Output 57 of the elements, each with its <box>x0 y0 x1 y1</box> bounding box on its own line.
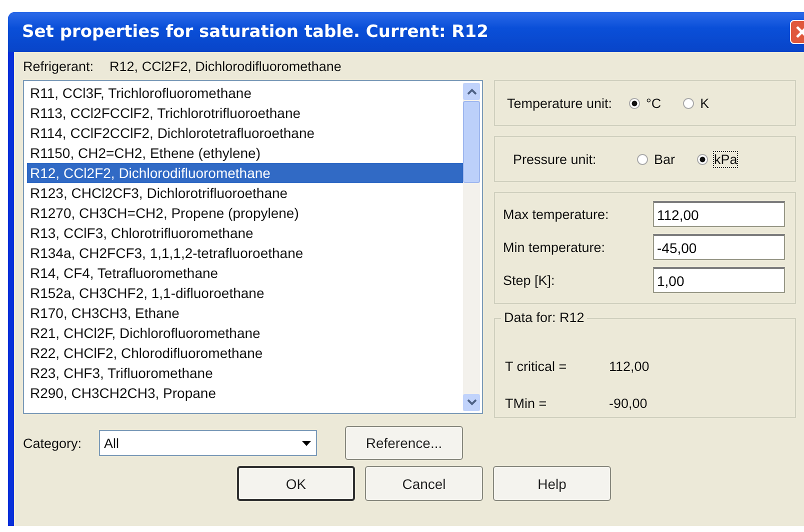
list-item[interactable]: R290, CH3CH2CH3, Propane <box>27 383 463 403</box>
pressure-unit-label: Pressure unit: <box>512 152 598 166</box>
window-title: Set properties for saturation table. Current: R12 <box>22 22 490 42</box>
data-value: -90,00 <box>609 396 648 411</box>
radio-label: °C <box>646 96 662 110</box>
radio-button[interactable] <box>629 98 640 108</box>
data-label: T critical = <box>505 359 568 374</box>
field-label: Step [K]: <box>503 272 556 288</box>
category-dropdown[interactable]: All <box>99 430 317 456</box>
radio-button[interactable] <box>637 154 648 164</box>
list-item[interactable]: R12, CCl2F2, Dichlorodifluoromethane <box>27 163 463 183</box>
radio-option[interactable]: °C <box>629 96 662 110</box>
radio-label: Bar <box>654 152 676 166</box>
list-item[interactable]: R11, CCl3F, Trichlorofluoromethane <box>27 83 463 103</box>
list-item[interactable]: R1270, CH3CH=CH2, Propene (propylene) <box>27 203 463 223</box>
list-item[interactable]: R113, CCl2FCClF2, Trichlorotrifluoroethane <box>27 103 463 123</box>
data-label: TMin = <box>505 396 548 411</box>
caret-icon <box>302 440 310 446</box>
scrollbar[interactable] <box>463 83 480 411</box>
list-item[interactable]: R152a, CH3CHF2, 1,1-difluoroethane <box>27 283 463 303</box>
radio-option[interactable]: Bar <box>637 152 676 166</box>
list-item[interactable]: R114, CClF2CClF2, Dichlorotetrafluoroethane <box>27 123 463 143</box>
dialog-button[interactable]: Help <box>493 466 611 501</box>
list-item[interactable]: R123, CHCl2CF3, Dichlorotrifluoroethane <box>27 183 463 203</box>
refrigerant-label: Refrigerant: <box>23 58 94 74</box>
input-field[interactable]: -45,00 <box>653 234 785 260</box>
scroll-up-button[interactable] <box>463 83 480 100</box>
list-item[interactable]: R134a, CH2FCF3, 1,1,1,2-tetrafluoroethane <box>27 243 463 263</box>
radio-option[interactable]: kPa <box>697 152 738 166</box>
temperature-unit-label: Temperature unit: <box>507 96 614 110</box>
radio-button[interactable] <box>683 98 694 108</box>
dialog-button[interactable]: OK <box>237 466 355 501</box>
radio-button[interactable] <box>697 154 708 164</box>
radio-label: K <box>700 96 710 110</box>
reference-button[interactable]: Reference... <box>345 426 463 460</box>
list-item[interactable]: R21, CHCl2F, Dichlorofluoromethane <box>27 323 463 343</box>
dialog-button[interactable]: Cancel <box>365 466 483 501</box>
category-label: Category: <box>23 436 83 450</box>
radio-label: kPa <box>714 152 738 166</box>
list-item[interactable]: R14, CF4, Tetrafluoromethane <box>27 263 463 283</box>
field-label: Max temperature: <box>503 206 610 222</box>
data-value: 112,00 <box>609 359 650 374</box>
list-item[interactable]: R22, CHClF2, Chlorodifluoromethane <box>27 343 463 363</box>
input-field[interactable]: 112,00 <box>653 201 785 227</box>
list-item[interactable]: R13, CClF3, Chlorotrifluoromethane <box>27 223 463 243</box>
list-item[interactable]: R1150, CH2=CH2, Ethene (ethylene) <box>27 143 463 163</box>
scroll-down-button[interactable] <box>463 394 480 411</box>
refrigerant-value: R12, CCl2F2, Dichlorodifluoromethane <box>110 58 342 74</box>
radio-option[interactable]: K <box>683 96 710 110</box>
scroll-thumb[interactable] <box>463 101 480 183</box>
chevron-up-icon <box>466 88 476 95</box>
list-item[interactable]: R23, CHF3, Trifluoromethane <box>27 363 463 383</box>
list-item[interactable]: R170, CH3CH3, Ethane <box>27 303 463 323</box>
group-title: Data for: R12 <box>501 310 588 325</box>
input-field[interactable]: 1,00 <box>653 267 785 293</box>
chevron-down-icon <box>466 399 476 406</box>
field-label: Min temperature: <box>503 240 606 254</box>
